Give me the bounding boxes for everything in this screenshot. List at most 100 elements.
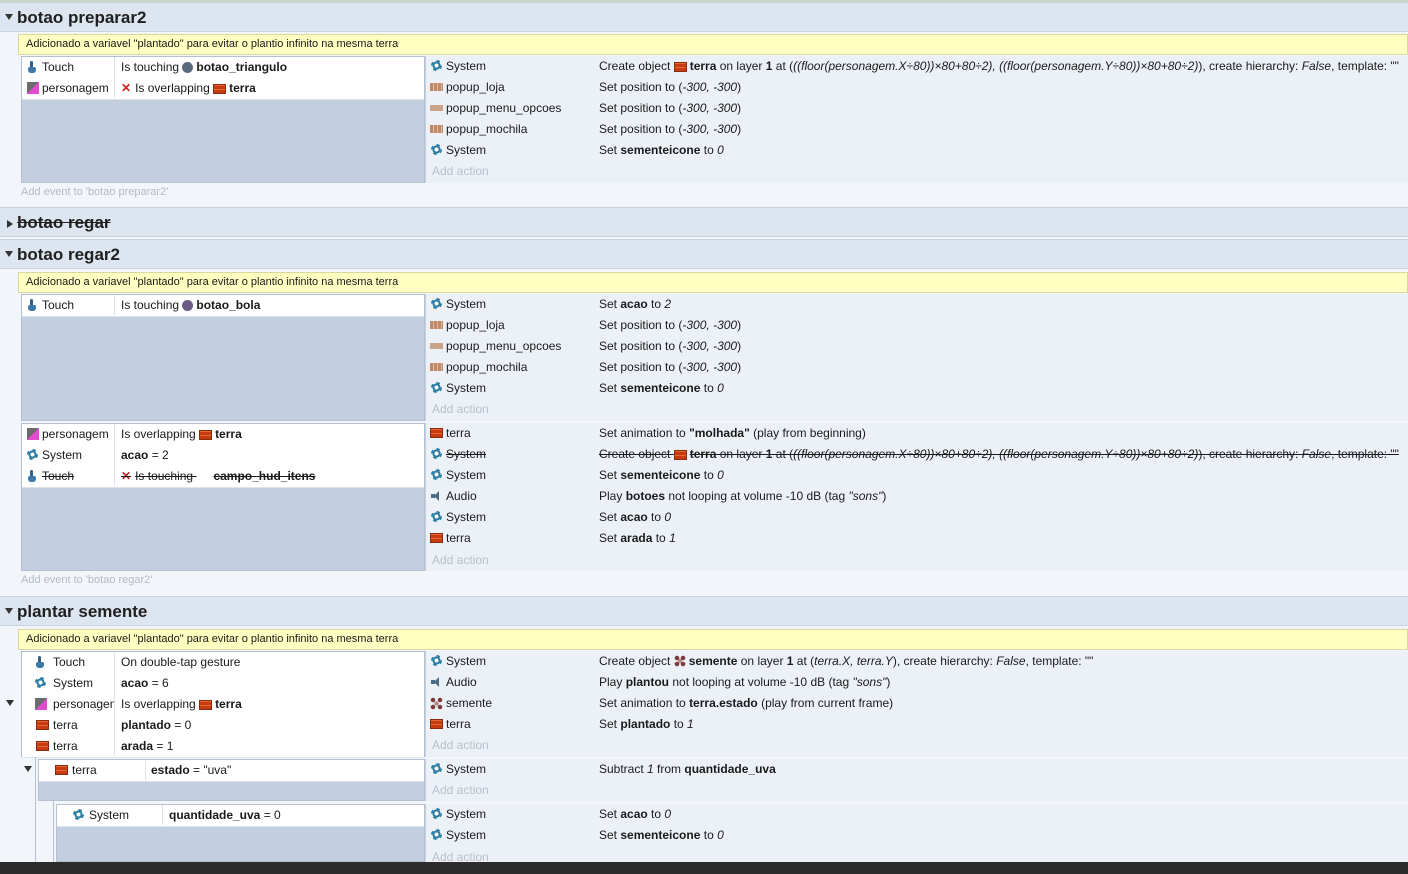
action-row-disabled[interactable]: System Create object terra on layer 1 at… <box>426 444 1408 465</box>
system-gear-icon <box>431 144 442 155</box>
action-text: Set sementeicone to 0 <box>599 828 724 842</box>
system-gear-icon <box>431 448 442 459</box>
condition-row[interactable]: System acao = 2 <box>22 445 424 467</box>
action-row[interactable]: popup_mochila Set position to (-300, -30… <box>426 119 1408 140</box>
sub-event-collapse-triangle-icon[interactable] <box>24 766 32 772</box>
action-row[interactable]: terra Set plantado to 1 <box>426 714 1408 735</box>
personagem-icon <box>27 428 39 440</box>
action-row[interactable]: terra Set animation to "molhada" (play f… <box>426 423 1408 444</box>
condition-row[interactable]: System acao = 6 <box>22 673 424 695</box>
event-conditions[interactable]: Touch Is touching botao_bola <box>21 294 425 421</box>
touch-icon <box>36 656 45 668</box>
condition-row[interactable]: terra plantado = 0 <box>22 715 424 737</box>
action-row[interactable]: System Create object semente on layer 1 … <box>426 651 1408 672</box>
condition-text: On double-tap gesture <box>121 655 241 669</box>
expand-triangle-icon[interactable] <box>5 14 13 20</box>
action-row[interactable]: semente Set animation to terra.estado (p… <box>426 693 1408 714</box>
action-text: Set sementeicone to 0 <box>599 143 724 157</box>
add-action-link[interactable]: Add action <box>432 161 1408 182</box>
popup-loja-icon <box>430 321 443 329</box>
condition-row[interactable]: System quantidade_uva = 0 <box>57 805 424 827</box>
event-conditions[interactable]: ➔ Touch On double-tap gesture System aca… <box>21 651 425 758</box>
group-header-botao-regar2[interactable]: botao regar2 <box>0 239 1408 269</box>
expand-triangle-icon[interactable] <box>5 251 13 257</box>
action-row[interactable]: terra Set arada to 1 <box>426 528 1408 549</box>
condition-row[interactable]: Touch Is touching botao_triangulo <box>22 57 424 79</box>
condition-row[interactable]: terra arada = 1 <box>22 736 424 758</box>
collapsed-triangle-icon[interactable] <box>7 220 13 228</box>
condition-text: Is overlapping terra <box>121 427 242 441</box>
action-row[interactable]: popup_mochila Set position to (-300, -30… <box>426 357 1408 378</box>
condition-row-disabled[interactable]: Touch ✕ Is touching campo_hud_itens <box>22 466 424 488</box>
condition-row[interactable]: personagem ✕ Is overlapping terra <box>22 78 424 100</box>
group-title: botao regar <box>17 213 111 232</box>
add-event-link[interactable]: Add event to 'botao preparar2' <box>21 186 168 198</box>
add-action-link[interactable]: Add action <box>432 780 1408 801</box>
condition-row[interactable]: personagem Is overlapping terra <box>22 694 424 716</box>
sub-event-conditions[interactable]: System quantidade_uva = 0 <box>56 804 425 862</box>
event-conditions[interactable]: personagem Is overlapping terra System a… <box>21 423 425 571</box>
system-gear-icon <box>73 809 84 820</box>
action-text: Set position to (-300, -300) <box>599 360 742 374</box>
touch-icon <box>28 299 37 311</box>
sub-event-conditions[interactable]: terra estado = "uva" <box>38 759 425 801</box>
action-row[interactable]: System Set acao to 2 <box>426 294 1408 315</box>
group-header-botao-regar[interactable]: botao regar <box>0 207 1408 237</box>
action-row[interactable]: System Create object terra on layer 1 at… <box>426 56 1408 77</box>
event-actions[interactable]: System Create object semente on layer 1 … <box>425 651 1408 757</box>
condition-object: Touch <box>22 466 115 486</box>
bottom-status-bar <box>0 862 1408 874</box>
system-gear-icon <box>431 808 442 819</box>
condition-text: estado = "uva" <box>151 763 232 777</box>
event-conditions[interactable]: Touch Is touching botao_triangulo person… <box>21 56 425 183</box>
action-row[interactable]: System Set sementeicone to 0 <box>426 378 1408 399</box>
condition-text: acao = 2 <box>121 448 169 462</box>
semente-icon <box>673 655 686 667</box>
condition-row[interactable]: Touch Is touching botao_bola <box>22 295 424 317</box>
condition-text: ✕ Is overlapping terra <box>121 81 256 95</box>
comment[interactable]: Adicionado a variavel "plantado" para ev… <box>18 34 1408 55</box>
add-action-link[interactable]: Add action <box>432 847 1408 862</box>
action-row[interactable]: popup_loja Set position to (-300, -300) <box>426 77 1408 98</box>
condition-object: terra <box>22 736 115 756</box>
action-text: Set position to (-300, -300) <box>599 318 742 332</box>
action-text: Create object semente on layer 1 at (ter… <box>599 654 1094 668</box>
expand-triangle-icon[interactable] <box>5 608 13 614</box>
event-actions[interactable]: System Create object terra on layer 1 at… <box>425 56 1408 183</box>
action-text: Play plantou not looping at volume -10 d… <box>599 675 891 689</box>
event-actions[interactable]: terra Set animation to "molhada" (play f… <box>425 423 1408 571</box>
add-action-link[interactable]: Add action <box>432 399 1408 420</box>
add-action-link[interactable]: Add action <box>432 735 1408 756</box>
comment[interactable]: Adicionado a variavel "plantado" para ev… <box>18 629 1408 650</box>
event-actions[interactable]: System Set acao to 2 popup_loja Set posi… <box>425 294 1408 421</box>
add-action-link[interactable]: Add action <box>432 550 1408 571</box>
group-header-plantar-semente[interactable]: plantar semente <box>0 596 1408 626</box>
event-collapse-triangle-icon[interactable] <box>6 700 14 706</box>
speaker-icon <box>431 491 442 501</box>
action-row[interactable]: Audio Play plantou not looping at volume… <box>426 672 1408 693</box>
condition-row[interactable]: Touch On double-tap gesture <box>22 652 424 674</box>
action-row[interactable]: popup_loja Set position to (-300, -300) <box>426 315 1408 336</box>
sub-event-actions[interactable]: System Set acao to 0 System Set sementei… <box>425 804 1408 862</box>
condition-object: Touch <box>22 652 115 672</box>
action-row[interactable]: System Set acao to 0 <box>426 804 1408 825</box>
sub-event-actions[interactable]: System Subtract 1 from quantidade_uva Ad… <box>425 759 1408 801</box>
action-row[interactable]: System Subtract 1 from quantidade_uva <box>426 759 1408 780</box>
comment[interactable]: Adicionado a variavel "plantado" para ev… <box>18 272 1408 293</box>
action-row[interactable]: System Set acao to 0 <box>426 507 1408 528</box>
action-row[interactable]: System Set sementeicone to 0 <box>426 825 1408 846</box>
group-header-botao-preparar2[interactable]: botao preparar2 <box>0 2 1408 32</box>
action-row[interactable]: Audio Play botoes not looping at volume … <box>426 486 1408 507</box>
condition-row[interactable]: terra estado = "uva" <box>39 760 424 782</box>
group-title: plantar semente <box>17 602 148 621</box>
system-gear-icon <box>431 60 442 71</box>
action-row[interactable]: popup_menu_opcoes Set position to (-300,… <box>426 98 1408 119</box>
popup-loja-icon <box>430 83 443 91</box>
action-row[interactable]: System Set sementeicone to 0 <box>426 465 1408 486</box>
condition-row[interactable]: personagem Is overlapping terra <box>22 424 424 446</box>
action-row[interactable]: System Set sementeicone to 0 <box>426 140 1408 161</box>
terra-icon <box>55 765 68 775</box>
action-row[interactable]: popup_menu_opcoes Set position to (-300,… <box>426 336 1408 357</box>
add-event-link[interactable]: Add event to 'botao regar2' <box>21 574 152 586</box>
action-text: Set position to (-300, -300) <box>599 339 742 353</box>
